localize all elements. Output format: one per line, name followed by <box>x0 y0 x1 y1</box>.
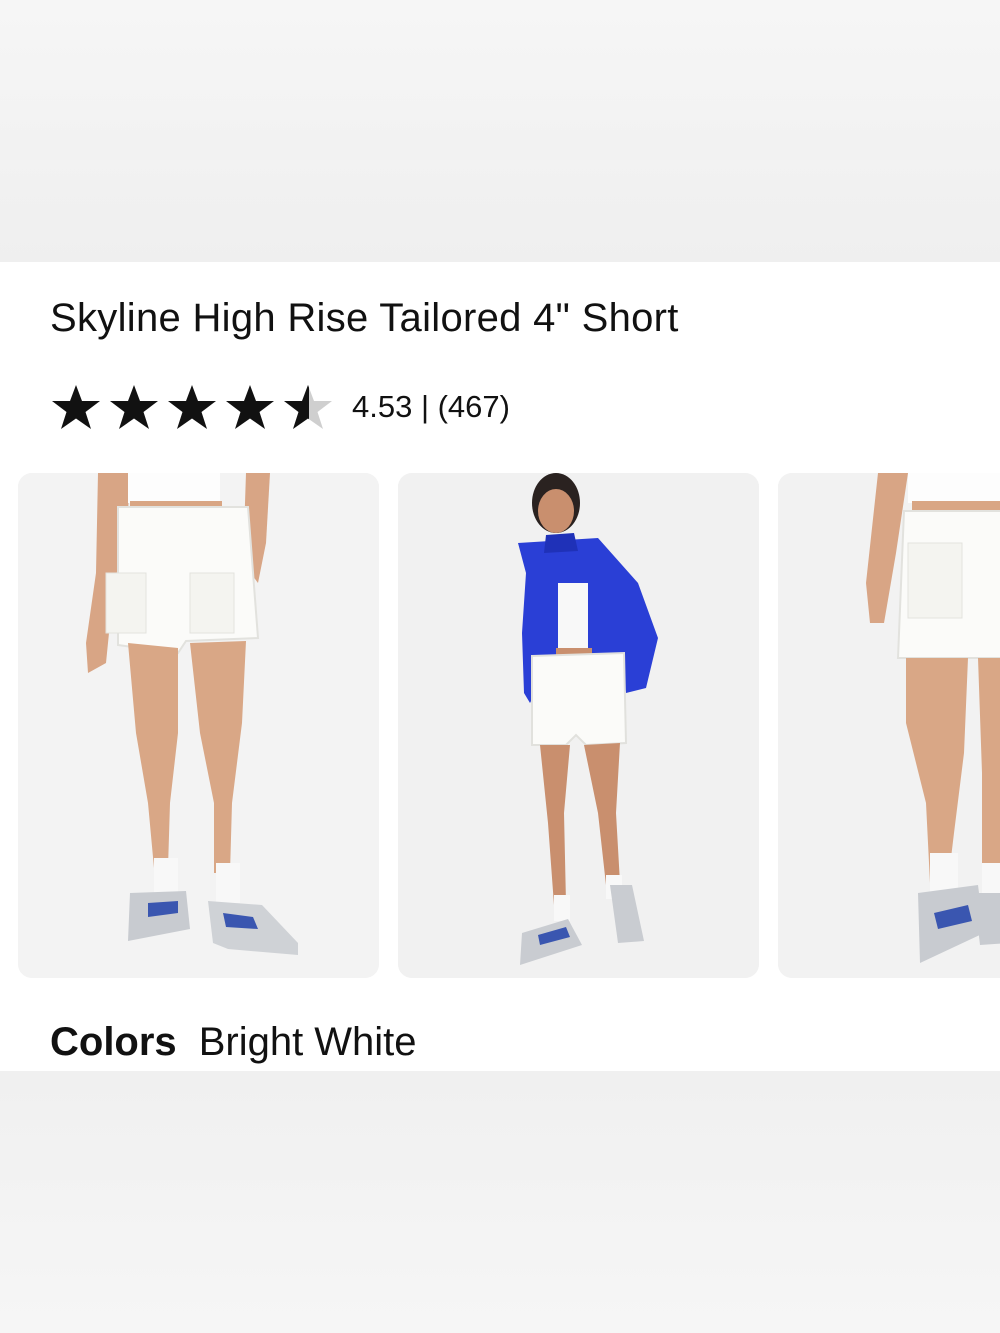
model-full-body-blue-jacket-image <box>398 473 759 978</box>
colors-label: Colors <box>50 1020 177 1064</box>
rating-row[interactable]: 4.53 | (467) <box>50 384 510 430</box>
model-legs-front-shorts-image <box>18 473 379 978</box>
star-icon <box>52 385 100 429</box>
star-icon <box>168 385 216 429</box>
rating-text: 4.53 | (467) <box>352 389 510 424</box>
image-gallery[interactable] <box>18 473 1000 978</box>
selected-color-value: Bright White <box>198 1020 417 1064</box>
background-top <box>0 0 1000 262</box>
model-legs-back-shorts-image <box>778 473 1000 978</box>
star-icon <box>226 385 274 429</box>
product-title: Skyline High Rise Tailored 4" Short <box>50 296 679 340</box>
product-image-front[interactable] <box>18 473 379 978</box>
colors-row: Colors Bright White <box>50 1020 417 1065</box>
product-image-full-body[interactable] <box>398 473 759 978</box>
star-rating <box>50 383 334 431</box>
star-icon <box>110 385 158 429</box>
product-card: Skyline High Rise Tailored 4" Short 4.53… <box>0 262 1000 1071</box>
product-image-back[interactable] <box>778 473 1000 978</box>
half-star-icon <box>284 385 332 429</box>
background-bottom <box>0 1071 1000 1333</box>
